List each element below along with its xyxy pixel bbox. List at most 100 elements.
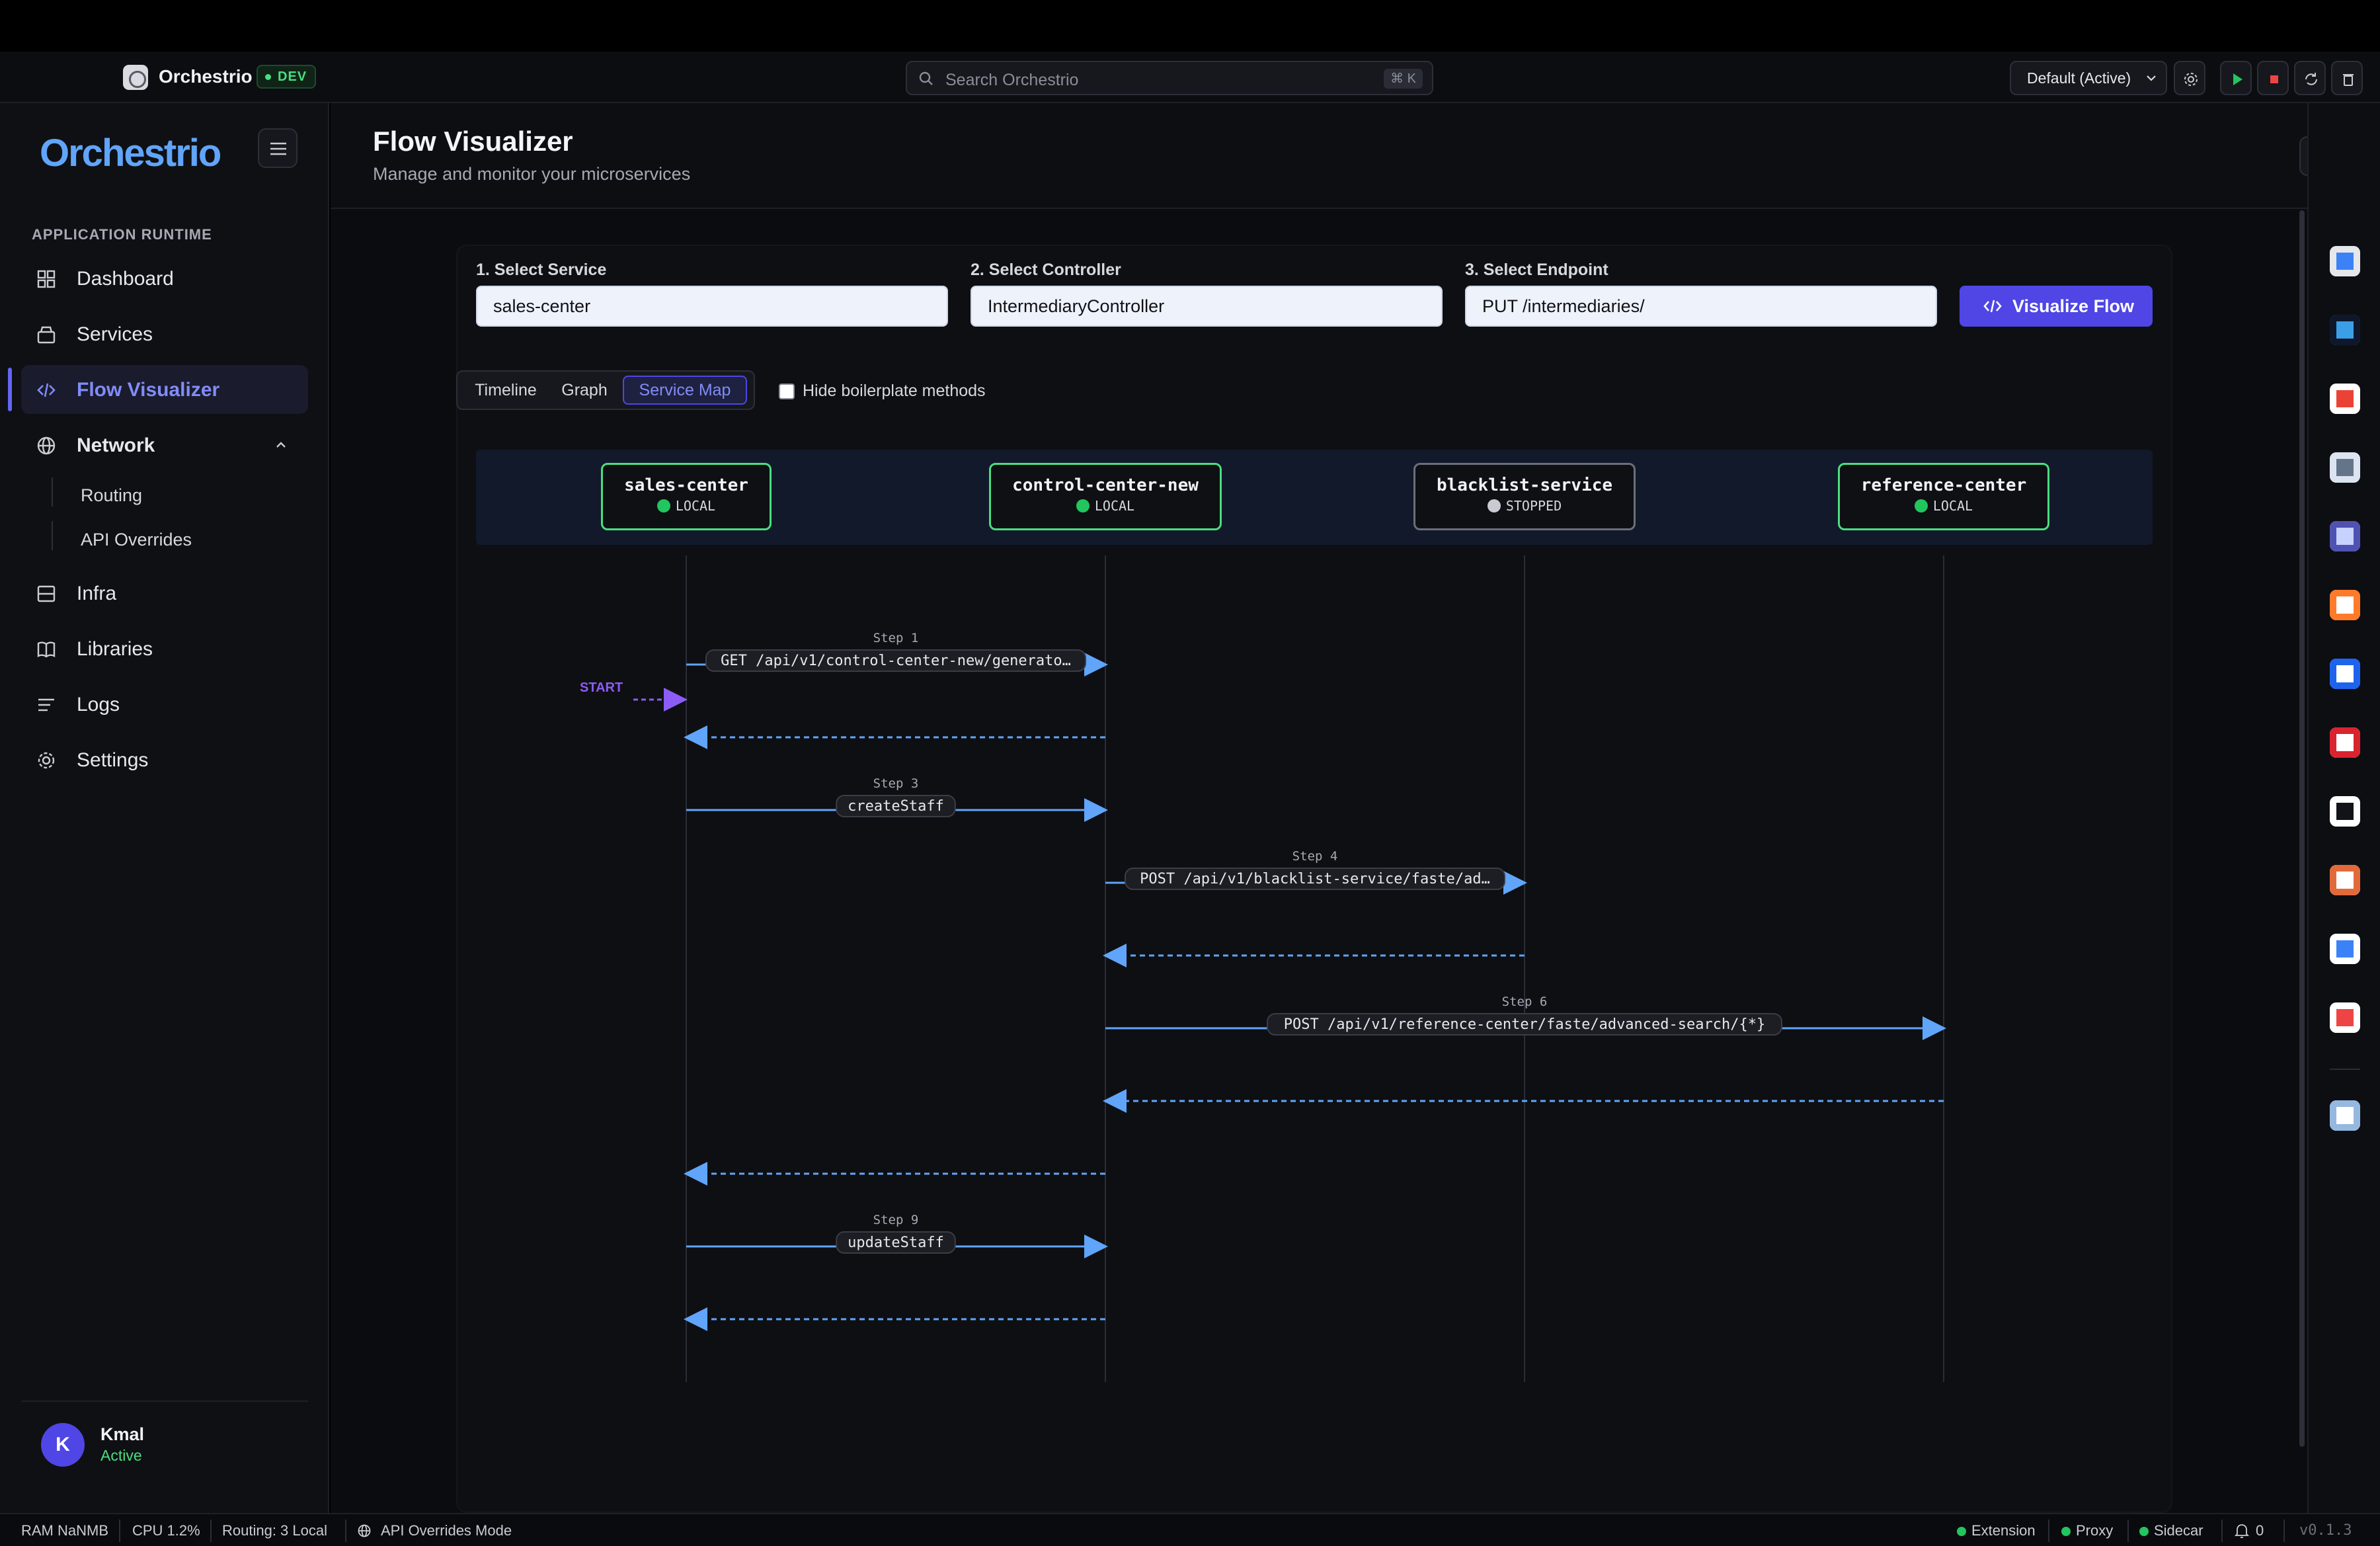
- trash-icon: [2343, 74, 2354, 86]
- proxy-label: Proxy: [2076, 1522, 2114, 1539]
- global-search[interactable]: Search Orchestrio ⌘ K: [906, 61, 1433, 95]
- acrobat-icon[interactable]: [2330, 727, 2360, 758]
- status-label: STOPPED: [1505, 498, 1562, 514]
- sequence-canvas: START GET /api/v1/control-center-new/gene…: [580, 555, 1946, 1382]
- sidebar-item-flow-visualizer[interactable]: Flow Visualizer: [8, 365, 308, 414]
- start-all-button[interactable]: [2220, 61, 2252, 95]
- play-icon: [2233, 73, 2242, 85]
- stop-all-button[interactable]: [2257, 61, 2289, 95]
- claude-icon[interactable]: [2330, 865, 2360, 895]
- service-label: 1. Select Service: [476, 261, 607, 279]
- box-icon: [37, 326, 56, 344]
- profile-select[interactable]: Default (Active): [2010, 61, 2167, 95]
- status-label: LOCAL: [1932, 498, 1973, 514]
- tab-timeline[interactable]: Timeline: [463, 376, 549, 405]
- globe-icon: [358, 1524, 371, 1537]
- stop-icon: [2270, 75, 2278, 83]
- start-label: START: [580, 680, 623, 695]
- page-title: Flow Visualizer: [373, 126, 573, 157]
- service-node-reference-center[interactable]: reference-center LOCAL: [1838, 463, 2049, 530]
- endpoint-label: 3. Select Endpoint: [1465, 261, 1608, 279]
- sidebar-item-services[interactable]: Services: [21, 309, 308, 358]
- step-label: POST /api/v1/reference-center/faste/adva…: [1284, 1016, 1765, 1033]
- proxy-status[interactable]: Proxy: [2061, 1522, 2113, 1539]
- calendar-icon[interactable]: [2330, 1002, 2360, 1033]
- vpn-icon[interactable]: [2330, 934, 2360, 964]
- sublime-icon[interactable]: [2330, 590, 2360, 620]
- teams-icon[interactable]: [2330, 521, 2360, 551]
- extension-label: Extension: [1971, 1522, 2036, 1539]
- step-number: Step 4: [1292, 849, 1338, 864]
- dock-divider: [2330, 1069, 2360, 1070]
- hide-boilerplate-checkbox[interactable]: [779, 384, 795, 399]
- tab-graph[interactable]: Graph: [551, 376, 617, 405]
- restart-button[interactable]: [2294, 61, 2326, 95]
- sidebar-toggle-button[interactable]: [258, 128, 298, 168]
- service-select[interactable]: sales-center: [476, 286, 948, 327]
- app-dock: [2307, 103, 2380, 1513]
- chrome-icon[interactable]: [2330, 384, 2360, 414]
- visualize-flow-button[interactable]: Visualize Flow: [1960, 286, 2153, 327]
- status-dot: [1076, 499, 1090, 512]
- sidebar-item-label: Flow Visualizer: [77, 379, 220, 401]
- status-bar: RAM NaNMB CPU 1.2% Routing: 3 Local API …: [0, 1513, 2380, 1546]
- settings-button[interactable]: [2174, 61, 2205, 95]
- service-name: sales-center: [624, 475, 748, 495]
- ram-usage: RAM NaNMB: [21, 1522, 109, 1539]
- visualize-flow-label: Visualize Flow: [2012, 296, 2135, 316]
- finder-icon[interactable]: [2330, 246, 2360, 276]
- routing-status[interactable]: Routing: 3 Local: [222, 1522, 327, 1539]
- sidebar-item-dashboard[interactable]: Dashboard: [21, 254, 308, 303]
- service-name: control-center-new: [1012, 475, 1199, 495]
- sidecar-status[interactable]: Sidecar: [2139, 1522, 2203, 1539]
- service-node-sales-center[interactable]: sales-center LOCAL: [601, 463, 772, 530]
- sidebar-item-infra[interactable]: Infra: [21, 569, 308, 618]
- service-node-control-center-new[interactable]: control-center-new LOCAL: [989, 463, 1222, 530]
- step-label: POST /api/v1/blacklist-service/faste/ad…: [1140, 871, 1490, 887]
- extension-status[interactable]: Extension: [1957, 1522, 2036, 1539]
- sidebar-item-routing[interactable]: Routing: [81, 485, 142, 506]
- docker-icon[interactable]: [2330, 659, 2360, 689]
- bell-icon[interactable]: [2235, 1523, 2249, 1539]
- sidebar-item-network[interactable]: Network: [21, 421, 308, 469]
- service-node-blacklist-service[interactable]: blacklist-service STOPPED: [1413, 463, 1636, 530]
- controller-select[interactable]: IntermediaryController: [971, 286, 1443, 327]
- service-status: LOCAL: [991, 498, 1220, 514]
- api-overrides-mode[interactable]: API Overrides Mode: [381, 1522, 512, 1539]
- chevron-down-icon: [2147, 75, 2156, 81]
- server-icon: [37, 585, 56, 602]
- os-menu-bar: [0, 0, 2380, 52]
- sidebar-item-label: Infra: [77, 583, 117, 604]
- app-icon[interactable]: [2330, 452, 2360, 483]
- divider: [2221, 1520, 2223, 1542]
- avatar[interactable]: K: [41, 1423, 85, 1467]
- sidebar-item-settings[interactable]: Settings: [21, 735, 308, 784]
- vscode-icon[interactable]: [2330, 315, 2360, 345]
- sidebar-item-api-overrides[interactable]: API Overrides: [81, 530, 192, 550]
- page-subtitle: Manage and monitor your microservices: [373, 164, 691, 184]
- sidebar-item-label: Settings: [77, 749, 149, 771]
- scrollbar[interactable]: [2299, 210, 2305, 1447]
- service-name: blacklist-service: [1436, 475, 1613, 495]
- sidebar-item-libraries[interactable]: Libraries: [21, 624, 308, 673]
- tree-line: [52, 477, 53, 507]
- app-logo-icon: [123, 65, 148, 90]
- search-shortcut: ⌘ K: [1384, 69, 1423, 89]
- divider: [2283, 1520, 2285, 1542]
- status-dot: [2139, 1527, 2149, 1536]
- menu-icon: [270, 142, 286, 155]
- sidebar-item-logs[interactable]: Logs: [21, 680, 308, 729]
- main-content: Flow Visualizer Manage and monitor your …: [331, 103, 2380, 1513]
- tab-service-map[interactable]: Service Map: [623, 376, 747, 405]
- sequence-diagram: START GET /api/v1/control-center-new/gene…: [476, 450, 2153, 1415]
- status-dot: [1487, 499, 1501, 512]
- env-badge: DEV: [257, 65, 317, 89]
- status-dot: [656, 499, 670, 512]
- globe-icon[interactable]: [2330, 1100, 2360, 1131]
- sidebar-item-label: Services: [77, 323, 153, 345]
- service-status: STOPPED: [1415, 498, 1634, 514]
- clear-button[interactable]: [2331, 61, 2363, 95]
- endpoint-select[interactable]: PUT /intermediaries/: [1465, 286, 1937, 327]
- divider: [119, 1520, 120, 1542]
- clock-icon[interactable]: [2330, 796, 2360, 827]
